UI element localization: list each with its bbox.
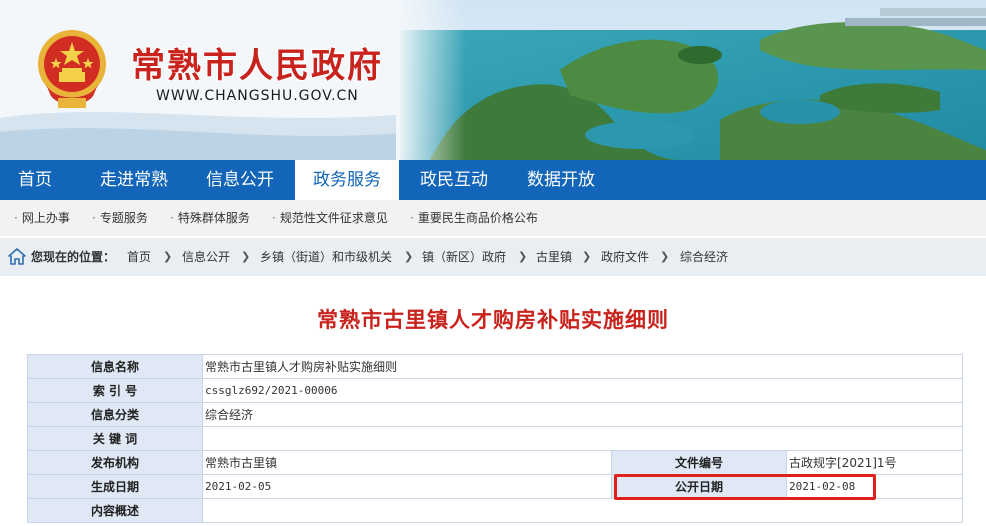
created-date-label: 生成日期	[27, 474, 203, 499]
info-name-value: 常熟市古里镇人才购房补贴实施细则	[201, 354, 964, 379]
published-date-label: 公开日期	[611, 474, 787, 499]
table-row: 索 引 号 cssglz692/2021-00006	[27, 378, 964, 403]
subnav-item-topic-service[interactable]: · 专题服务	[92, 200, 148, 236]
subnav-label: 特殊群体服务	[177, 211, 250, 225]
home-icon	[8, 248, 26, 265]
bullet-icon: ·	[410, 211, 414, 225]
breadcrumb-home[interactable]: 首页	[127, 238, 151, 276]
breadcrumb-label: 您现在的位置：	[31, 250, 116, 264]
bullet-icon: ·	[92, 211, 96, 225]
bullet-icon: ·	[170, 211, 174, 225]
keywords-value	[201, 426, 964, 451]
breadcrumb-separator-icon: ❯	[660, 250, 670, 263]
created-date-value: 2021-02-05	[202, 474, 612, 499]
index-number-label: 索 引 号	[27, 378, 203, 403]
nav-government-services[interactable]: 政务服务	[295, 160, 399, 200]
publisher-value: 常熟市古里镇	[202, 450, 612, 475]
table-row: 信息名称 常熟市古里镇人才购房补贴实施细则	[27, 354, 964, 379]
summary-label: 内容概述	[27, 498, 203, 523]
site-title: 常熟市人民政府	[131, 46, 383, 86]
table-row: 生成日期 2021-02-05 公开日期 2021-02-08	[27, 474, 964, 499]
main-navigation: 首页 走进常熟 信息公开 政务服务 政民互动 数据开放	[0, 160, 986, 200]
document-number-label: 文件编号	[611, 450, 787, 475]
summary-value	[201, 498, 964, 523]
subnav-item-regulation-feedback[interactable]: · 规范性文件征求意见	[272, 200, 388, 236]
index-number-value: cssglz692/2021-00006	[201, 378, 964, 403]
subnav-label: 重要民生商品价格公布	[417, 211, 538, 225]
nav-info-disclosure[interactable]: 信息公开	[188, 160, 292, 200]
table-row: 内容概述	[27, 498, 964, 523]
document-metadata-table: 信息名称 常熟市古里镇人才购房补贴实施细则 索 引 号 cssglz692/20…	[27, 354, 964, 523]
national-emblem-icon	[38, 30, 106, 108]
breadcrumb-info-disclosure[interactable]: 信息公开	[182, 238, 230, 276]
category-label: 信息分类	[27, 402, 203, 427]
subnav-item-online-service[interactable]: · 网上办事	[14, 200, 70, 236]
table-row: 关 键 词	[27, 426, 964, 451]
bullet-icon: ·	[272, 211, 276, 225]
breadcrumb: 您现在的位置： 首页 ❯ 信息公开 ❯ 乡镇（街道）和市级机关 ❯ 镇（新区）政…	[0, 238, 986, 276]
sub-navigation: · 网上办事 · 专题服务 · 特殊群体服务 · 规范性文件征求意见 · 重要民生商品价格…	[0, 200, 986, 236]
breadcrumb-separator-icon: ❯	[582, 250, 592, 263]
subnav-label: 网上办事	[21, 211, 70, 225]
subnav-label: 专题服务	[99, 211, 148, 225]
subnav-item-special-groups[interactable]: · 特殊群体服务	[170, 200, 250, 236]
published-date-value: 2021-02-08	[785, 474, 964, 499]
site-url: WWW.CHANGSHU.GOV.CN	[156, 88, 359, 104]
breadcrumb-comprehensive-economy[interactable]: 综合经济	[680, 238, 728, 276]
header-banner: 常熟市人民政府 WWW.CHANGSHU.GOV.CN	[0, 0, 986, 160]
nav-public-interaction[interactable]: 政民互动	[402, 160, 506, 200]
keywords-label: 关 键 词	[27, 426, 203, 451]
breadcrumb-separator-icon: ❯	[241, 250, 251, 263]
breadcrumb-separator-icon: ❯	[518, 250, 528, 263]
document-number-value: 古政规字[2021]1号	[785, 450, 964, 475]
breadcrumb-guli-town[interactable]: 古里镇	[536, 238, 572, 276]
breadcrumb-town-government[interactable]: 镇（新区）政府	[422, 238, 506, 276]
breadcrumb-separator-icon: ❯	[404, 250, 414, 263]
breadcrumb-townships[interactable]: 乡镇（街道）和市级机关	[260, 238, 392, 276]
article-title: 常熟市古里镇人才购房补贴实施细则	[317, 308, 669, 332]
nav-about-changshu[interactable]: 走进常熟	[82, 160, 186, 200]
subnav-item-price-publication[interactable]: · 重要民生商品价格公布	[410, 200, 538, 236]
nav-open-data[interactable]: 数据开放	[509, 160, 613, 200]
breadcrumb-government-documents[interactable]: 政府文件	[601, 238, 649, 276]
subnav-label: 规范性文件征求意见	[279, 211, 388, 225]
info-name-label: 信息名称	[27, 354, 203, 379]
publisher-label: 发布机构	[27, 450, 203, 475]
bullet-icon: ·	[14, 211, 18, 225]
nav-home[interactable]: 首页	[0, 160, 70, 200]
breadcrumb-separator-icon: ❯	[163, 250, 173, 263]
table-row: 信息分类 综合经济	[27, 402, 964, 427]
category-value: 综合经济	[201, 402, 964, 427]
table-row: 发布机构 常熟市古里镇 文件编号 古政规字[2021]1号	[27, 450, 964, 475]
